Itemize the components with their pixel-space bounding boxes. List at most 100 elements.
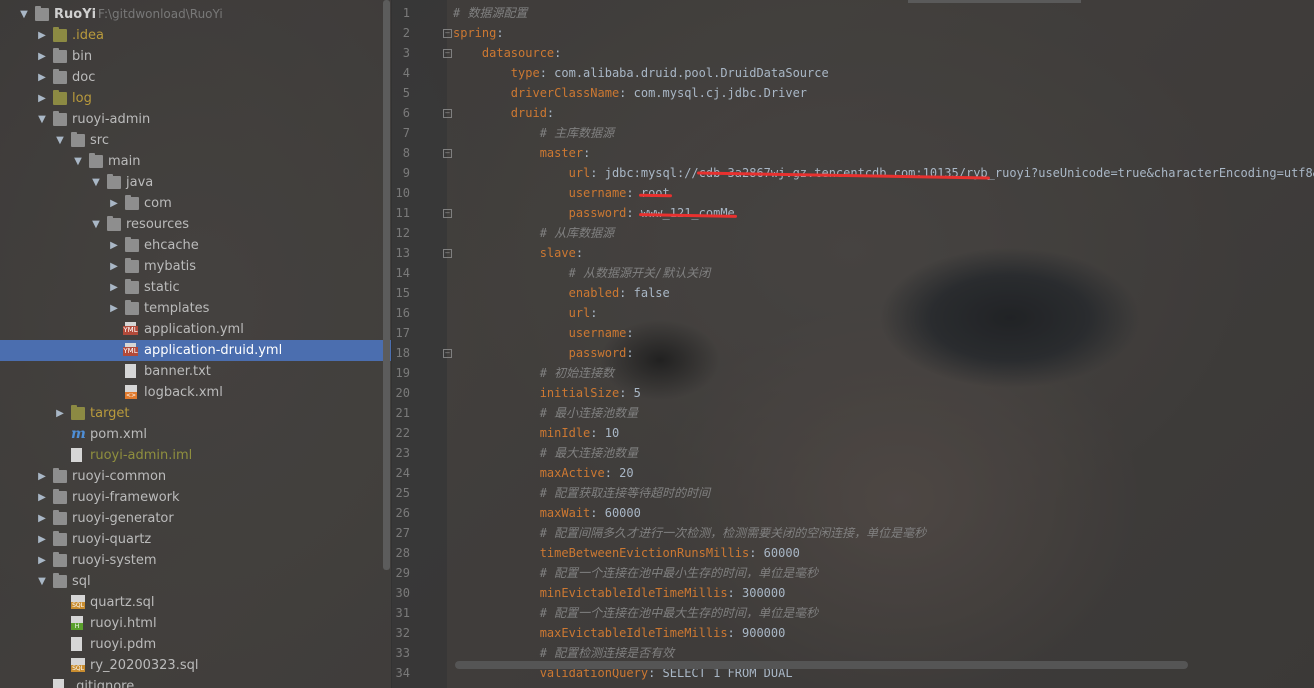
expand-arrow-right-icon[interactable]: ▶	[36, 508, 48, 529]
expand-arrow-right-icon[interactable]: ▶	[36, 487, 48, 508]
code-line[interactable]: # 初始连接数	[453, 363, 1314, 383]
code-line[interactable]: driverClassName: com.mysql.cj.jdbc.Drive…	[453, 83, 1314, 103]
tree-item-label: logback.xml	[144, 385, 223, 400]
code-line[interactable]: url: jdbc:mysql://cdb-3a2867wj.gz.tencen…	[453, 163, 1314, 183]
tree-row[interactable]: ▼ ruoyi-admin	[0, 109, 391, 130]
code-line[interactable]: # 配置一个连接在池中最大生存的时间，单位是毫秒	[453, 603, 1314, 623]
expand-arrow-right-icon[interactable]: ▶	[108, 256, 120, 277]
tree-row[interactable]: ▶ ruoyi-generator	[0, 508, 391, 529]
code-line[interactable]: druid:	[453, 103, 1314, 123]
tree-row[interactable]: ▼ sql	[0, 571, 391, 592]
code-line[interactable]: # 配置间隔多久才进行一次检测，检测需要关闭的空闲连接，单位是毫秒	[453, 523, 1314, 543]
tree-row[interactable]: YML application-druid.yml	[0, 340, 391, 361]
tree-row[interactable]: ruoyi.pdm	[0, 634, 391, 655]
code-line[interactable]: # 配置获取连接等待超时的时间	[453, 483, 1314, 503]
tree-row[interactable]: ▶ target	[0, 403, 391, 424]
code-line[interactable]: minIdle: 10	[453, 423, 1314, 443]
fold-toggle-icon[interactable]: −	[443, 349, 452, 358]
expand-arrow-right-icon[interactable]: ▶	[36, 88, 48, 109]
code-line[interactable]: # 最大连接池数量	[453, 443, 1314, 463]
tree-row[interactable]: ▶ ruoyi-common	[0, 466, 391, 487]
expand-arrow-down-icon[interactable]: ▼	[18, 4, 30, 25]
expand-arrow-right-icon[interactable]: ▶	[108, 277, 120, 298]
expand-arrow-right-icon[interactable]: ▶	[36, 550, 48, 571]
code-line[interactable]: master:	[453, 143, 1314, 163]
code-line[interactable]: # 主库数据源	[453, 123, 1314, 143]
fold-toggle-icon[interactable]: −	[443, 29, 452, 38]
expand-arrow-down-icon[interactable]: ▼	[36, 109, 48, 130]
code-line[interactable]: url:	[453, 303, 1314, 323]
expand-arrow-right-icon[interactable]: ▶	[108, 298, 120, 319]
editor-horizontal-scrollbar[interactable]	[455, 661, 1188, 669]
tree-row[interactable]: ▶ mybatis	[0, 256, 391, 277]
fold-toggle-icon[interactable]: −	[443, 109, 452, 118]
fold-toggle-icon[interactable]: −	[443, 49, 452, 58]
tree-row[interactable]: ruoyi.html	[0, 613, 391, 634]
code-line[interactable]: password:	[453, 343, 1314, 363]
project-tree-scrollbar[interactable]	[383, 0, 390, 570]
expand-arrow-right-icon[interactable]: ▶	[36, 67, 48, 88]
expand-arrow-down-icon[interactable]: ▼	[36, 571, 48, 592]
fold-toggle-icon[interactable]: −	[443, 149, 452, 158]
expand-arrow-down-icon[interactable]: ▼	[54, 130, 66, 151]
tree-row[interactable]: ▶ ehcache	[0, 235, 391, 256]
fold-toggle-icon[interactable]: −	[443, 209, 452, 218]
tree-row[interactable]: ▶ bin	[0, 46, 391, 67]
code-line[interactable]: slave:	[453, 243, 1314, 263]
tree-row[interactable]: ▼ RuoYi F:\gitdwonload\RuoYi	[0, 4, 391, 25]
tree-row[interactable]: ruoyi-admin.iml	[0, 445, 391, 466]
tree-row[interactable]: .gitignore	[0, 676, 391, 688]
tree-row[interactable]: ▼ main	[0, 151, 391, 172]
tree-row[interactable]: ▼ resources	[0, 214, 391, 235]
project-tree-panel[interactable]: ▼ RuoYi F:\gitdwonload\RuoYi ▶ .idea ▶ bin ▶ doc…	[0, 0, 391, 688]
tree-row[interactable]: ▶ doc	[0, 67, 391, 88]
expand-arrow-right-icon[interactable]: ▶	[36, 25, 48, 46]
code-line[interactable]: # 最小连接池数量	[453, 403, 1314, 423]
tree-row[interactable]: ▼ src	[0, 130, 391, 151]
code-line[interactable]: initialSize: 5	[453, 383, 1314, 403]
expand-arrow-right-icon[interactable]: ▶	[36, 529, 48, 550]
code-line[interactable]: # 数据源配置	[453, 3, 1314, 23]
fold-toggle-icon[interactable]: −	[443, 249, 452, 258]
tree-row[interactable]: ▶ .idea	[0, 25, 391, 46]
tree-row[interactable]: ▶ ruoyi-quartz	[0, 529, 391, 550]
code-line[interactable]: type: com.alibaba.druid.pool.DruidDataSo…	[453, 63, 1314, 83]
tree-row[interactable]: ▼ java	[0, 172, 391, 193]
expand-arrow-down-icon[interactable]: ▼	[90, 214, 102, 235]
code-line[interactable]: # 配置检测连接是否有效	[453, 643, 1314, 663]
tree-row[interactable]: m pom.xml	[0, 424, 391, 445]
expand-arrow-right-icon[interactable]: ▶	[54, 403, 66, 424]
code-line[interactable]: # 从数据源开关/默认关闭	[453, 263, 1314, 283]
expand-arrow-down-icon[interactable]: ▼	[72, 151, 84, 172]
tree-row[interactable]: ▶ log	[0, 88, 391, 109]
tree-row[interactable]: ▶ com	[0, 193, 391, 214]
tree-row[interactable]: logback.xml	[0, 382, 391, 403]
code-line[interactable]: timeBetweenEvictionRunsMillis: 60000	[453, 543, 1314, 563]
tree-row[interactable]: ▶ templates	[0, 298, 391, 319]
tree-row[interactable]: quartz.sql	[0, 592, 391, 613]
tree-row[interactable]: YML application.yml	[0, 319, 391, 340]
code-line[interactable]: maxWait: 60000	[453, 503, 1314, 523]
expand-arrow-right-icon[interactable]: ▶	[108, 235, 120, 256]
tree-row[interactable]: ▶ ruoyi-system	[0, 550, 391, 571]
code-line[interactable]: enabled: false	[453, 283, 1314, 303]
tree-row[interactable]: ▶ ruoyi-framework	[0, 487, 391, 508]
code-line[interactable]: # 配置一个连接在池中最小生存的时间，单位是毫秒	[453, 563, 1314, 583]
tree-item-label: log	[72, 91, 92, 106]
code-line[interactable]: datasource:	[453, 43, 1314, 63]
expand-arrow-right-icon[interactable]: ▶	[36, 46, 48, 67]
expand-arrow-right-icon[interactable]: ▶	[108, 193, 120, 214]
code-line[interactable]: spring:	[453, 23, 1314, 43]
expand-arrow-right-icon[interactable]: ▶	[36, 466, 48, 487]
code-line[interactable]: username:	[453, 323, 1314, 343]
code-line[interactable]: maxEvictableIdleTimeMillis: 900000	[453, 623, 1314, 643]
tree-row[interactable]: ▶ static	[0, 277, 391, 298]
tree-row[interactable]: ry_20200323.sql	[0, 655, 391, 676]
expand-arrow-down-icon[interactable]: ▼	[90, 172, 102, 193]
tree-row[interactable]: banner.txt	[0, 361, 391, 382]
code-line[interactable]: minEvictableIdleTimeMillis: 300000	[453, 583, 1314, 603]
code-line[interactable]: maxActive: 20	[453, 463, 1314, 483]
code-line[interactable]: username: root	[453, 183, 1314, 203]
code-line[interactable]: password: www_121_comMe	[453, 203, 1314, 223]
code-line[interactable]: # 从库数据源	[453, 223, 1314, 243]
